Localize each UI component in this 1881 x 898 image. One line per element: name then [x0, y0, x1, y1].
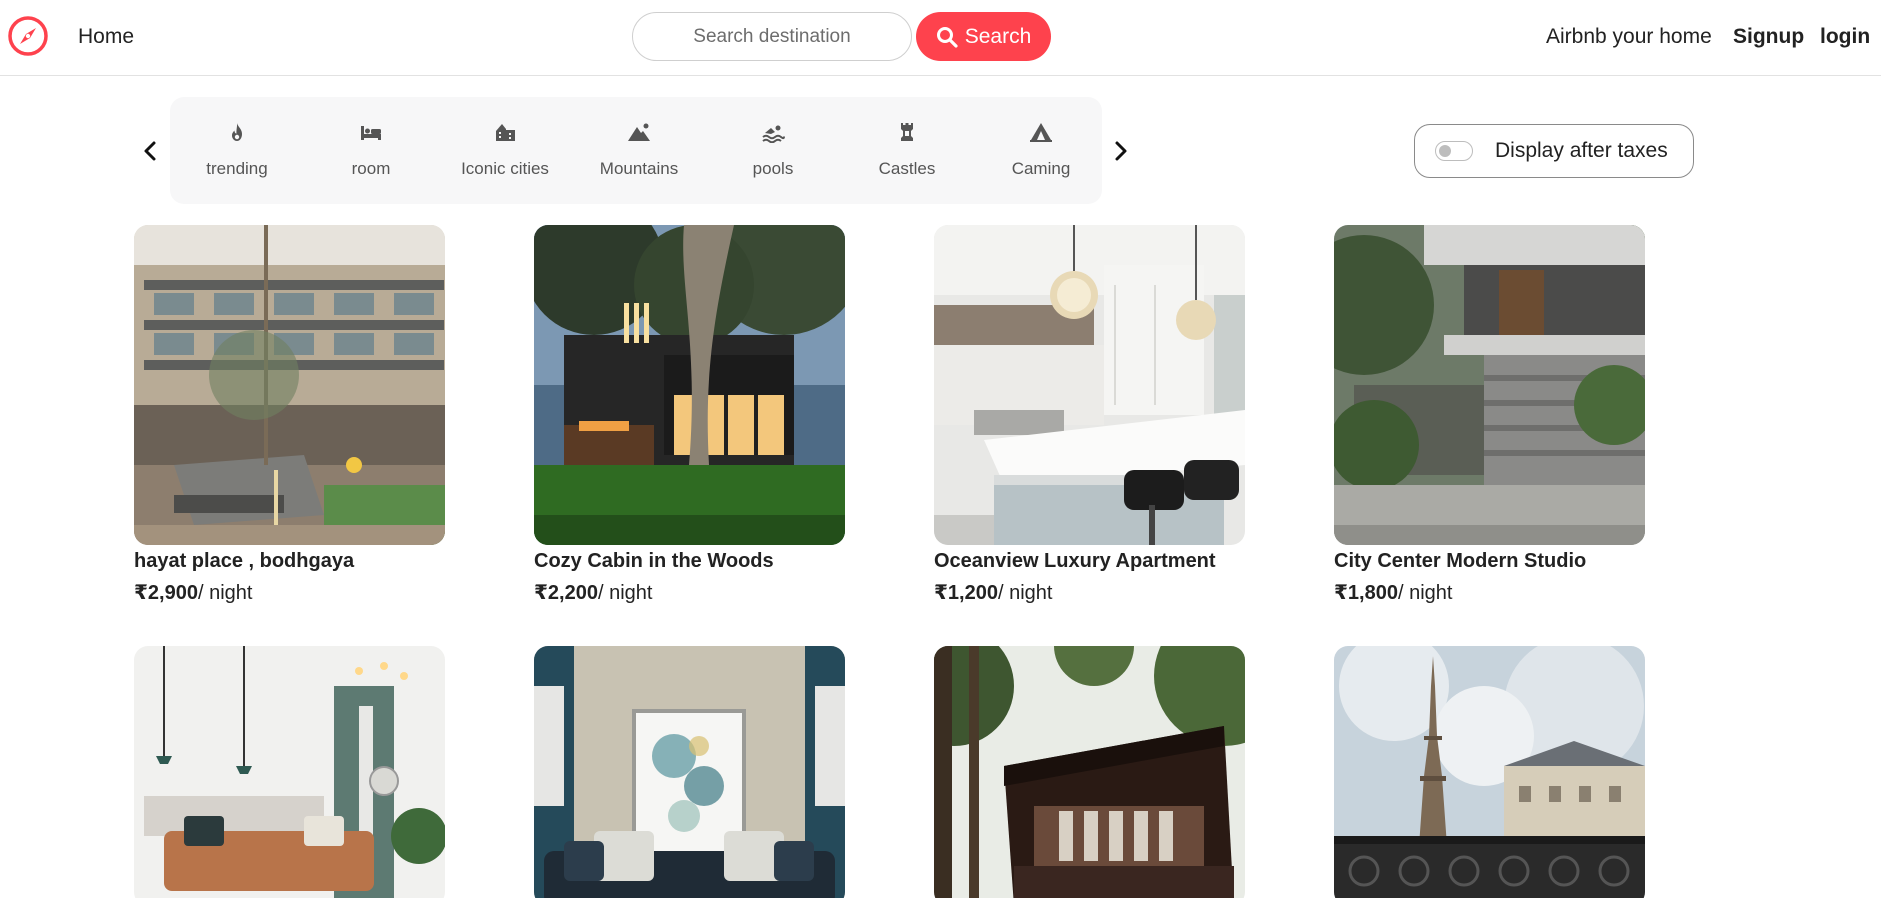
tax-switch[interactable]	[1435, 141, 1473, 161]
filter-iconic-cities[interactable]: Iconic cities	[438, 97, 572, 204]
filter-label: pools	[752, 159, 794, 178]
filter-mountains[interactable]: Mountains	[572, 97, 706, 204]
filter-bar: trending room Iconic cities Mountains po…	[170, 97, 1102, 204]
listing-image[interactable]	[534, 646, 845, 898]
listing-price: ₹1,800/ night	[1334, 580, 1452, 605]
airbnb-your-home-link[interactable]: Airbnb your home	[1546, 25, 1712, 49]
filter-label: Caming	[1011, 159, 1071, 178]
listing-image[interactable]	[934, 225, 1245, 545]
filter-trending[interactable]: trending	[170, 97, 304, 204]
search-icon	[936, 26, 958, 48]
person-swimming-icon	[760, 121, 786, 143]
chevron-right-icon	[1113, 140, 1129, 162]
filter-label: room	[351, 159, 391, 178]
listing-title: City Center Modern Studio	[1334, 550, 1587, 572]
filter-scroll-left-button[interactable]	[137, 136, 163, 166]
fire-icon	[224, 121, 250, 143]
bed-icon	[358, 121, 384, 143]
tax-toggle[interactable]: Display after taxes	[1414, 124, 1694, 178]
filter-pools[interactable]: pools	[706, 97, 840, 204]
listing-price-unit: / night	[1397, 582, 1453, 604]
compass-icon[interactable]	[7, 15, 49, 57]
nav-home-link[interactable]: Home	[78, 25, 134, 49]
listing-image[interactable]	[134, 225, 445, 545]
search-button-label: Search	[964, 24, 1032, 48]
listing-price-value: ₹2,200	[534, 582, 598, 604]
filter-scroll-right-button[interactable]	[1108, 136, 1134, 166]
chevron-left-icon	[142, 140, 158, 162]
switch-knob	[1439, 145, 1451, 157]
listing-price-value: ₹2,900	[134, 582, 198, 604]
filter-label: trending	[206, 159, 268, 178]
campground-icon	[1028, 121, 1054, 143]
navbar: Home Search Airbnb your home Signup logi…	[0, 0, 1881, 76]
filter-room[interactable]: room	[304, 97, 438, 204]
listing-image[interactable]	[134, 646, 445, 898]
listing-price-value: ₹1,800	[1334, 582, 1398, 604]
listing-price: ₹2,200/ night	[534, 580, 652, 605]
listing-price-unit: / night	[597, 582, 653, 604]
search-input[interactable]	[632, 12, 912, 61]
filter-label: Mountains	[599, 159, 679, 178]
listing-image[interactable]	[1334, 225, 1645, 545]
city-icon	[492, 121, 518, 143]
filter-label: Castles	[878, 159, 936, 178]
filter-label: Iconic cities	[461, 159, 549, 178]
listing-price: ₹1,200/ night	[934, 580, 1052, 605]
filter-camping[interactable]: Caming	[974, 97, 1108, 204]
listing-price: ₹2,900/ night	[134, 580, 252, 605]
tax-toggle-label: Display after taxes	[1495, 139, 1668, 162]
listing-image[interactable]	[534, 225, 845, 545]
chess-rook-icon	[894, 121, 920, 143]
listing-image[interactable]	[1334, 646, 1645, 898]
signup-link[interactable]: Signup	[1733, 25, 1804, 49]
listing-price-value: ₹1,200	[934, 582, 998, 604]
listing-title: Cozy Cabin in the Woods	[534, 550, 774, 572]
filter-castles[interactable]: Castles	[840, 97, 974, 204]
listing-price-unit: / night	[197, 582, 253, 604]
search-button[interactable]: Search	[916, 12, 1051, 61]
login-link[interactable]: login	[1820, 25, 1870, 49]
listing-title: Oceanview Luxury Apartment	[934, 550, 1216, 572]
listing-image[interactable]	[934, 646, 1245, 898]
listing-title: hayat place , bodhgaya	[134, 550, 355, 572]
mountain-icon	[626, 121, 652, 143]
listing-price-unit: / night	[997, 582, 1053, 604]
